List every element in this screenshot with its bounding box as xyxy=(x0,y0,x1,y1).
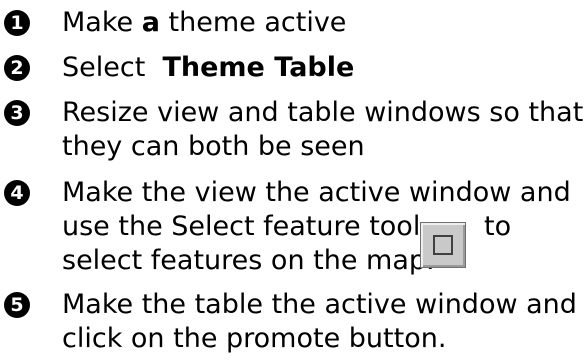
step-1-text-bold: a xyxy=(141,7,160,38)
select-feature-tool-icon xyxy=(420,222,466,268)
step-4-line-2-tail: to xyxy=(484,211,512,242)
step-number-3: 3 xyxy=(4,100,30,126)
step-2-text-bold: Theme Table xyxy=(162,52,355,83)
step-number-2: 2 xyxy=(4,55,30,81)
step-4-line-2: use the Select feature tool xyxy=(62,211,421,242)
step-3-line-1: Resize view and table windows so that xyxy=(62,97,584,128)
step-1-text-b: theme active xyxy=(159,7,347,38)
step-4-line-1: Make the view the active window and xyxy=(62,177,571,208)
step-2-text-a: Select xyxy=(62,52,163,83)
instruction-steps: 1 Make a theme active 2 Select Theme Tab… xyxy=(0,0,586,362)
step-4-line-3: select features on the map. xyxy=(62,245,435,276)
step-3-line-2: they can both be seen xyxy=(62,131,365,162)
step-number-5: 5 xyxy=(4,292,30,318)
step-5-line-1: Make the table the active window and xyxy=(62,289,577,320)
step-1-text-a: Make xyxy=(62,7,142,38)
step-number-4: 4 xyxy=(4,180,30,206)
step-2-text: Select Theme Table xyxy=(62,51,354,85)
step-5-line-2: click on the promote button. xyxy=(62,323,447,354)
select-box-glyph xyxy=(433,235,453,255)
step-number-1: 1 xyxy=(4,10,30,36)
step-1-text: Make a theme active xyxy=(62,6,346,40)
